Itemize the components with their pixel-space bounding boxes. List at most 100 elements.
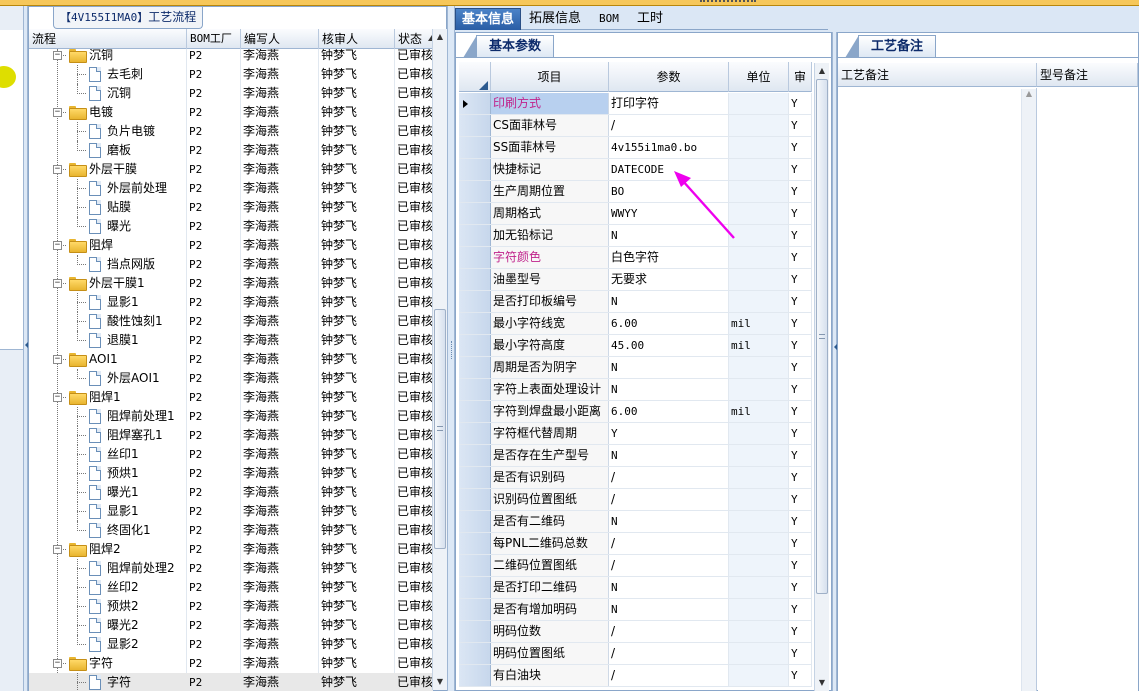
- tree-step-row[interactable]: 显影1 P2 李海燕 钟梦飞 已审核: [29, 502, 433, 521]
- collapse-toggle-icon[interactable]: −: [53, 51, 62, 60]
- row-indicator[interactable]: [459, 225, 491, 246]
- row-indicator[interactable]: [459, 115, 491, 136]
- param-value[interactable]: /: [609, 621, 729, 642]
- param-value[interactable]: N: [609, 445, 729, 466]
- row-indicator[interactable]: [459, 533, 491, 554]
- tree-step-row[interactable]: 显影1 P2 李海燕 钟梦飞 已审核: [29, 293, 433, 312]
- collapse-toggle-icon[interactable]: −: [53, 545, 62, 554]
- tab-basic-info[interactable]: 基本信息: [455, 8, 522, 30]
- row-indicator[interactable]: [459, 93, 491, 114]
- param-row[interactable]: 油墨型号 无要求 Y: [459, 269, 812, 291]
- param-value[interactable]: /: [609, 665, 729, 686]
- grid-column-header[interactable]: 参数: [609, 62, 729, 92]
- tree-step-row[interactable]: 字符 P2 李海燕 钟梦飞 已审核: [29, 673, 433, 691]
- scroll-thumb[interactable]: [816, 79, 828, 594]
- param-row[interactable]: 最小字符高度 45.00 mil Y: [459, 335, 812, 357]
- tree-group-row[interactable]: − 外层干膜1 P2 李海燕 钟梦飞 已审核: [29, 274, 433, 293]
- param-row[interactable]: 周期是否为阴字 N Y: [459, 357, 812, 379]
- param-row[interactable]: 加无铅标记 N Y: [459, 225, 812, 247]
- param-value[interactable]: 45.00: [609, 335, 729, 356]
- tree-step-row[interactable]: 磨板 P2 李海燕 钟梦飞 已审核: [29, 141, 433, 160]
- process-tree-scrollbar[interactable]: ▲ ▼: [432, 29, 447, 690]
- tree-step-row[interactable]: 终固化1 P2 李海燕 钟梦飞 已审核: [29, 521, 433, 540]
- row-indicator[interactable]: [459, 159, 491, 180]
- row-indicator[interactable]: [459, 665, 491, 686]
- row-indicator[interactable]: [459, 269, 491, 290]
- param-value[interactable]: /: [609, 489, 729, 510]
- row-indicator[interactable]: [459, 467, 491, 488]
- tree-column-header[interactable]: 编写人: [241, 29, 319, 49]
- basic-params-scrollbar[interactable]: ▲ ▼: [814, 63, 829, 691]
- collapse-toggle-icon[interactable]: −: [53, 355, 62, 364]
- splitter-middle[interactable]: [447, 6, 455, 691]
- param-row[interactable]: 明码位置图纸 / Y: [459, 643, 812, 665]
- param-row[interactable]: CS面菲林号 / Y: [459, 115, 812, 137]
- row-indicator[interactable]: [459, 357, 491, 378]
- param-row[interactable]: 明码位数 / Y: [459, 621, 812, 643]
- row-indicator[interactable]: [459, 203, 491, 224]
- collapse-toggle-icon[interactable]: −: [53, 393, 62, 402]
- tab-process-notes[interactable]: 工艺备注: [845, 35, 936, 58]
- tree-group-row[interactable]: − 外层干膜 P2 李海燕 钟梦飞 已审核: [29, 160, 433, 179]
- tree-step-row[interactable]: 去毛刺 P2 李海燕 钟梦飞 已审核: [29, 65, 433, 84]
- row-indicator[interactable]: [459, 137, 491, 158]
- param-row[interactable]: SS面菲林号 4v155i1ma0.bo Y: [459, 137, 812, 159]
- param-value[interactable]: N: [609, 291, 729, 312]
- tree-step-row[interactable]: 退膜1 P2 李海燕 钟梦飞 已审核: [29, 331, 433, 350]
- param-row[interactable]: 有白油块 / Y: [459, 665, 812, 687]
- param-row[interactable]: 印刷方式 打印字符 Y: [459, 93, 812, 115]
- splitter-grip[interactable]: [451, 341, 453, 359]
- tree-step-row[interactable]: 沉铜 P2 李海燕 钟梦飞 已审核: [29, 84, 433, 103]
- grid-column-header[interactable]: 单位: [729, 62, 789, 92]
- tree-step-row[interactable]: 阻焊塞孔1 P2 李海燕 钟梦飞 已审核: [29, 426, 433, 445]
- param-row[interactable]: 是否有增加明码 N Y: [459, 599, 812, 621]
- tree-group-row[interactable]: − 阻焊 P2 李海燕 钟梦飞 已审核: [29, 236, 433, 255]
- tab-work-hours[interactable]: 工时: [631, 8, 669, 30]
- tree-group-row[interactable]: − 电镀 P2 李海燕 钟梦飞 已审核: [29, 103, 433, 122]
- tree-group-row[interactable]: − 字符 P2 李海燕 钟梦飞 已审核: [29, 654, 433, 673]
- row-indicator[interactable]: [459, 247, 491, 268]
- collapse-toggle-icon[interactable]: −: [53, 108, 62, 117]
- tree-step-row[interactable]: 丝印2 P2 李海燕 钟梦飞 已审核: [29, 578, 433, 597]
- param-row[interactable]: 是否有二维码 N Y: [459, 511, 812, 533]
- param-value[interactable]: 4v155i1ma0.bo: [609, 137, 729, 158]
- tree-step-row[interactable]: 负片电镀 P2 李海燕 钟梦飞 已审核: [29, 122, 433, 141]
- tree-group-row[interactable]: − 阻焊1 P2 李海燕 钟梦飞 已审核: [29, 388, 433, 407]
- tree-column-header[interactable]: 流程: [29, 29, 187, 49]
- tree-step-row[interactable]: 预烘2 P2 李海燕 钟梦飞 已审核: [29, 597, 433, 616]
- tab-extended-info[interactable]: 拓展信息: [523, 8, 587, 30]
- row-indicator[interactable]: [459, 181, 491, 202]
- param-row[interactable]: 识别码位置图纸 / Y: [459, 489, 812, 511]
- tree-step-row[interactable]: 外层前处理 P2 李海燕 钟梦飞 已审核: [29, 179, 433, 198]
- param-value[interactable]: /: [609, 643, 729, 664]
- model-notes-textarea[interactable]: [1038, 88, 1138, 691]
- row-indicator[interactable]: [459, 489, 491, 510]
- param-value[interactable]: /: [609, 467, 729, 488]
- row-indicator[interactable]: [459, 401, 491, 422]
- tree-step-row[interactable]: 阻焊前处理1 P2 李海燕 钟梦飞 已审核: [29, 407, 433, 426]
- scroll-up-icon[interactable]: ▲: [815, 63, 829, 79]
- param-row[interactable]: 二维码位置图纸 / Y: [459, 555, 812, 577]
- param-row[interactable]: 最小字符线宽 6.00 mil Y: [459, 313, 812, 335]
- left-collapsed-panel[interactable]: [0, 6, 24, 691]
- param-row[interactable]: 生产周期位置 BO Y: [459, 181, 812, 203]
- tree-column-header[interactable]: 状态: [395, 29, 433, 49]
- tab-bom[interactable]: BOM: [593, 8, 625, 30]
- grid-column-header[interactable]: 项目: [491, 62, 609, 92]
- basic-params-grid[interactable]: 项目 参数 单位审 印刷方式 打印字符 Y CS面菲林号 / Y SS面菲林号 4v155i1ma…: [459, 62, 812, 691]
- param-row[interactable]: 字符框代替周期 Y Y: [459, 423, 812, 445]
- tree-step-row[interactable]: 贴膜 P2 李海燕 钟梦飞 已审核: [29, 198, 433, 217]
- tab-basic-params[interactable]: 基本参数: [463, 35, 554, 58]
- tree-step-row[interactable]: 曝光2 P2 李海燕 钟梦飞 已审核: [29, 616, 433, 635]
- param-row[interactable]: 是否存在生产型号 N Y: [459, 445, 812, 467]
- row-indicator[interactable]: [459, 621, 491, 642]
- param-value[interactable]: 白色字符: [609, 247, 729, 268]
- param-value[interactable]: /: [609, 533, 729, 554]
- tree-group-row[interactable]: − 阻焊2 P2 李海燕 钟梦飞 已审核: [29, 540, 433, 559]
- scroll-up-icon[interactable]: ▲: [433, 29, 447, 45]
- param-row[interactable]: 是否打印二维码 N Y: [459, 577, 812, 599]
- process-notes-textarea[interactable]: [838, 88, 1037, 691]
- param-value[interactable]: /: [609, 115, 729, 136]
- collapse-toggle-icon[interactable]: −: [53, 659, 62, 668]
- param-row[interactable]: 是否打印板编号 N Y: [459, 291, 812, 313]
